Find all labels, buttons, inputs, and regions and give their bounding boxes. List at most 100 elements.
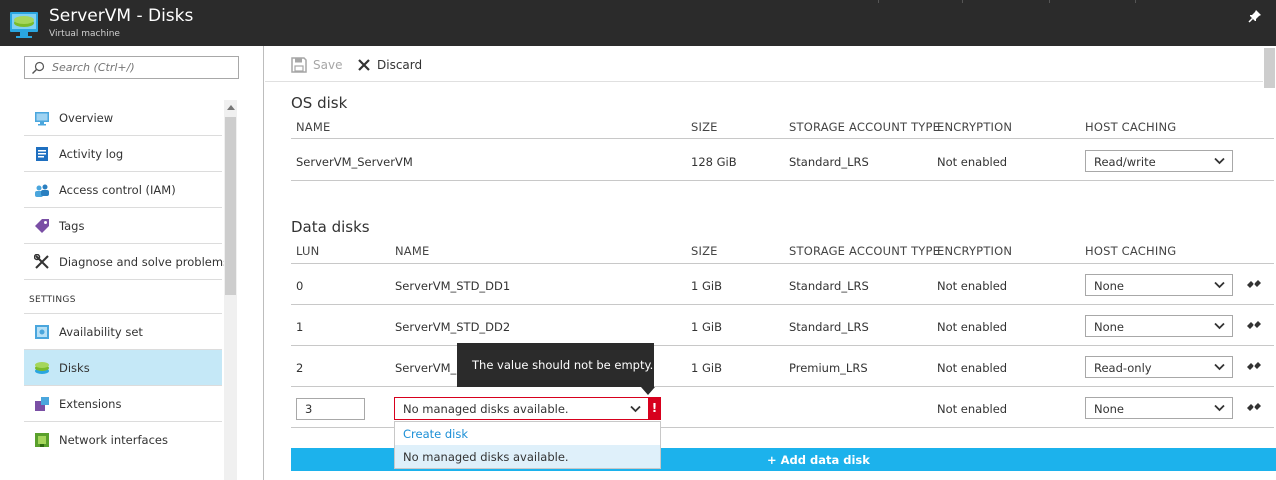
dd-col-encryption: ENCRYPTION [937, 244, 1013, 258]
page-title: ServerVM - Disks [49, 6, 194, 26]
chevron-down-icon [1214, 404, 1225, 412]
row-divider [291, 138, 1274, 139]
scrollbar-thumb[interactable] [1264, 48, 1275, 88]
host-caching-select[interactable]: Read-only [1085, 356, 1233, 378]
nav-item-disks[interactable]: Disks [24, 349, 222, 385]
monitor-icon [35, 112, 49, 126]
data-disk-name: ServerVM_P [395, 361, 464, 375]
host-caching-select[interactable]: None [1085, 274, 1233, 296]
scroll-up-icon[interactable] [227, 105, 235, 110]
data-disk-name: ServerVM_STD_DD2 [395, 320, 511, 334]
os-disk-name: ServerVM_ServerVM [296, 155, 413, 169]
data-disk-lun: 0 [296, 279, 304, 293]
blade-header: ServerVM - Disks Virtual machine [0, 0, 1276, 46]
nav-label: Network interfaces [59, 432, 168, 447]
row-divider [291, 386, 1274, 387]
validation-error-icon: ! [648, 397, 661, 420]
detach-icon[interactable] [1246, 401, 1262, 413]
nav-label: Availability set [59, 324, 143, 339]
nav-item-activity-log[interactable]: Activity log [24, 135, 222, 171]
os-disk-size: 128 GiB [691, 155, 737, 169]
data-disk-size: 1 GiB [691, 361, 722, 375]
nav-label: Disks [59, 360, 90, 375]
search-input[interactable] [52, 59, 232, 76]
pin-icon[interactable] [1248, 9, 1262, 23]
nav-label: Extensions [59, 396, 122, 411]
header-divider [962, 0, 963, 3]
nav-item-extensions[interactable]: Extensions [24, 385, 222, 421]
dropdown-option-no-disks[interactable]: No managed disks available. [395, 445, 660, 468]
resource-menu: Overview Activity log Access control (IA… [0, 46, 264, 480]
section-heading-text: SETTINGS [29, 295, 76, 305]
save-button[interactable]: Save [291, 56, 342, 74]
nav-item-availability-set[interactable]: Availability set [24, 313, 222, 349]
data-disk-lun: 1 [296, 320, 304, 334]
option-label: No managed disks available. [403, 450, 569, 464]
select-value: None [1094, 320, 1125, 334]
data-disks-title: Data disks [291, 218, 370, 236]
search-box[interactable] [24, 56, 239, 79]
host-caching-select[interactable]: None [1085, 315, 1233, 337]
chevron-down-icon [1214, 363, 1225, 371]
chevron-down-icon [630, 405, 641, 413]
data-disk-encryption: Not enabled [937, 402, 1008, 416]
row-divider [291, 345, 1274, 346]
select-value: No managed disks available. [403, 402, 569, 416]
command-bar: Save Discard [265, 46, 1276, 82]
row-divider [291, 180, 1274, 181]
chevron-down-icon [1214, 157, 1225, 165]
nav-item-network-interfaces[interactable]: Network interfaces [24, 421, 222, 457]
os-disk-encryption: Not enabled [937, 155, 1008, 169]
search-icon [32, 61, 45, 74]
row-divider [291, 304, 1274, 305]
dropdown-option-create-disk[interactable]: Create disk [395, 422, 660, 445]
option-label: Create disk [403, 427, 469, 441]
nav-label: Overview [59, 110, 114, 125]
dd-col-caching: HOST CACHING [1085, 244, 1177, 258]
nav-label: Activity log [59, 146, 124, 161]
disks-content: Save Discard OS disk NAME SIZE STORAGE A… [265, 46, 1276, 480]
os-disk-storage: Standard_LRS [789, 155, 869, 169]
tag-icon [35, 219, 49, 233]
data-disk-size: 1 GiB [691, 279, 722, 293]
chevron-down-icon [1214, 322, 1225, 330]
nav-label: Tags [59, 218, 85, 233]
header-divider [1049, 0, 1050, 3]
detach-icon[interactable] [1246, 278, 1262, 290]
save-icon [291, 57, 307, 73]
data-disk-storage: Standard_LRS [789, 320, 869, 334]
network-icon [35, 433, 49, 447]
scrollbar-thumb[interactable] [225, 117, 236, 295]
availability-set-icon [35, 325, 49, 339]
nav-item-tags[interactable]: Tags [24, 207, 222, 243]
data-disk-lun: 2 [296, 361, 304, 375]
discard-button[interactable]: Discard [357, 56, 422, 74]
dd-col-size: SIZE [691, 244, 718, 258]
data-disk-encryption: Not enabled [937, 320, 1008, 334]
nav-label: Access control (IAM) [59, 182, 176, 197]
discard-label: Discard [377, 58, 423, 72]
sidebar-scrollbar[interactable] [224, 100, 237, 480]
row-divider [291, 263, 1274, 264]
new-disk-name-select[interactable]: No managed disks available. [394, 397, 650, 420]
nav-item-access-control[interactable]: Access control (IAM) [24, 171, 222, 207]
tooltip-arrow [641, 387, 655, 395]
os-host-caching-select[interactable]: Read/write [1085, 150, 1233, 172]
validation-tooltip: The value should not be empty. [457, 343, 655, 395]
dd-col-storage: STORAGE ACCOUNT TYPE [789, 244, 941, 258]
host-caching-select[interactable]: None [1085, 397, 1233, 419]
section-heading-settings: SETTINGS [24, 279, 222, 313]
detach-icon[interactable] [1246, 360, 1262, 372]
log-icon [36, 147, 48, 161]
chevron-down-icon [1214, 281, 1225, 289]
nav-list: Overview Activity log Access control (IA… [24, 100, 229, 457]
detach-icon[interactable] [1246, 319, 1262, 331]
nav-item-overview[interactable]: Overview [24, 100, 222, 135]
extensions-icon [35, 397, 49, 411]
os-disk-title: OS disk [291, 94, 348, 112]
select-value: None [1094, 279, 1125, 293]
new-disk-lun-input[interactable] [296, 398, 365, 420]
dd-col-name: NAME [395, 244, 430, 258]
nav-item-diagnose[interactable]: Diagnose and solve problems [24, 243, 229, 279]
data-disk-size: 1 GiB [691, 320, 722, 334]
